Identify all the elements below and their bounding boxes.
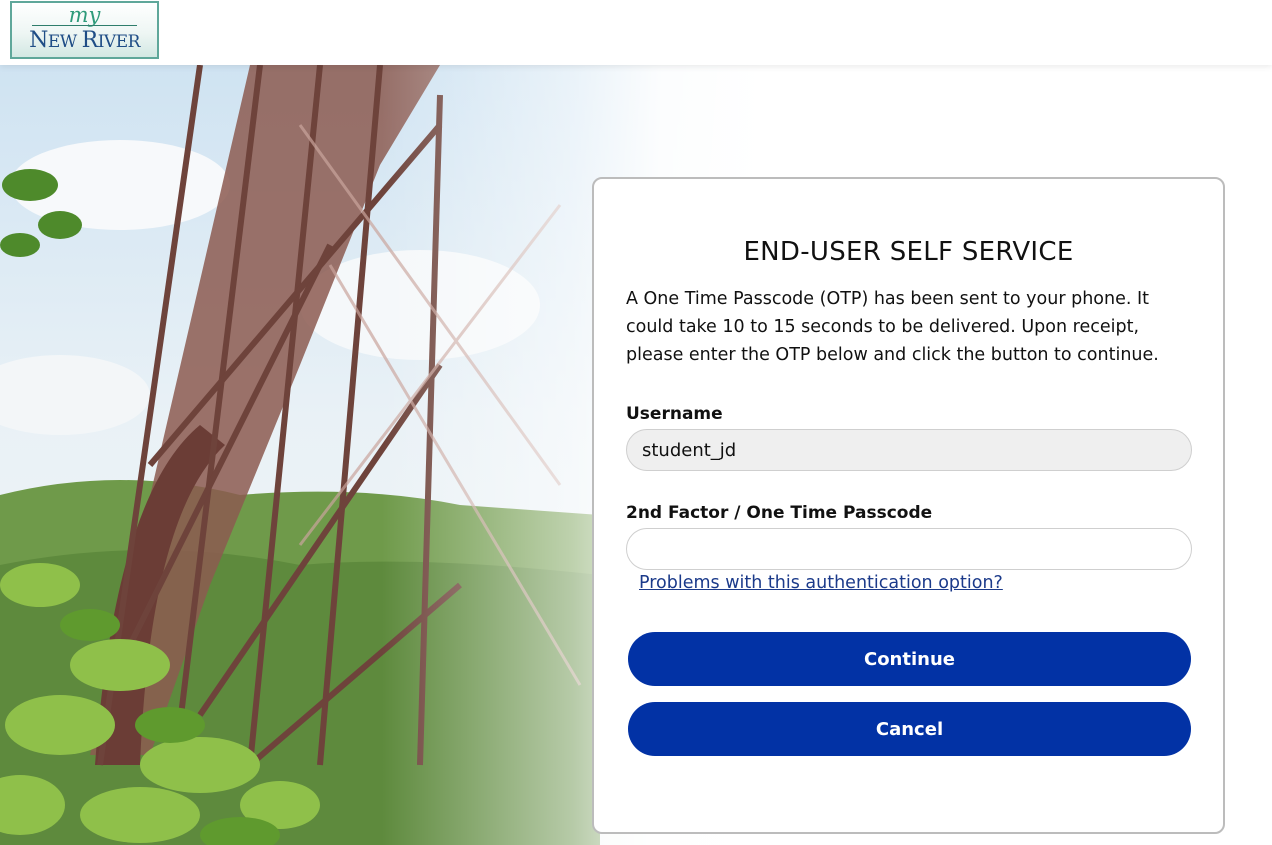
logo-divider (32, 25, 137, 26)
cancel-button[interactable]: Cancel (628, 702, 1191, 756)
username-label: Username (626, 404, 723, 424)
otp-instructions: A One Time Passcode (OTP) has been sent … (626, 289, 1159, 365)
otp-input[interactable] (626, 528, 1192, 570)
site-header: my NEW RIVER (0, 0, 1272, 65)
otp-label: 2nd Factor / One Time Passcode (626, 503, 933, 523)
logo-main-text: NEW RIVER (29, 28, 140, 53)
logo-my-text: my (68, 3, 101, 27)
problems-link[interactable]: Problems with this authentication option… (639, 573, 1003, 593)
page-title: END-USER SELF SERVICE (743, 237, 1074, 267)
login-card: END-USER SELF SERVICE A One Time Passcod… (592, 177, 1225, 834)
new-river-logo[interactable]: my NEW RIVER (10, 1, 159, 59)
username-field[interactable] (626, 429, 1192, 471)
continue-button[interactable]: Continue (628, 632, 1191, 686)
